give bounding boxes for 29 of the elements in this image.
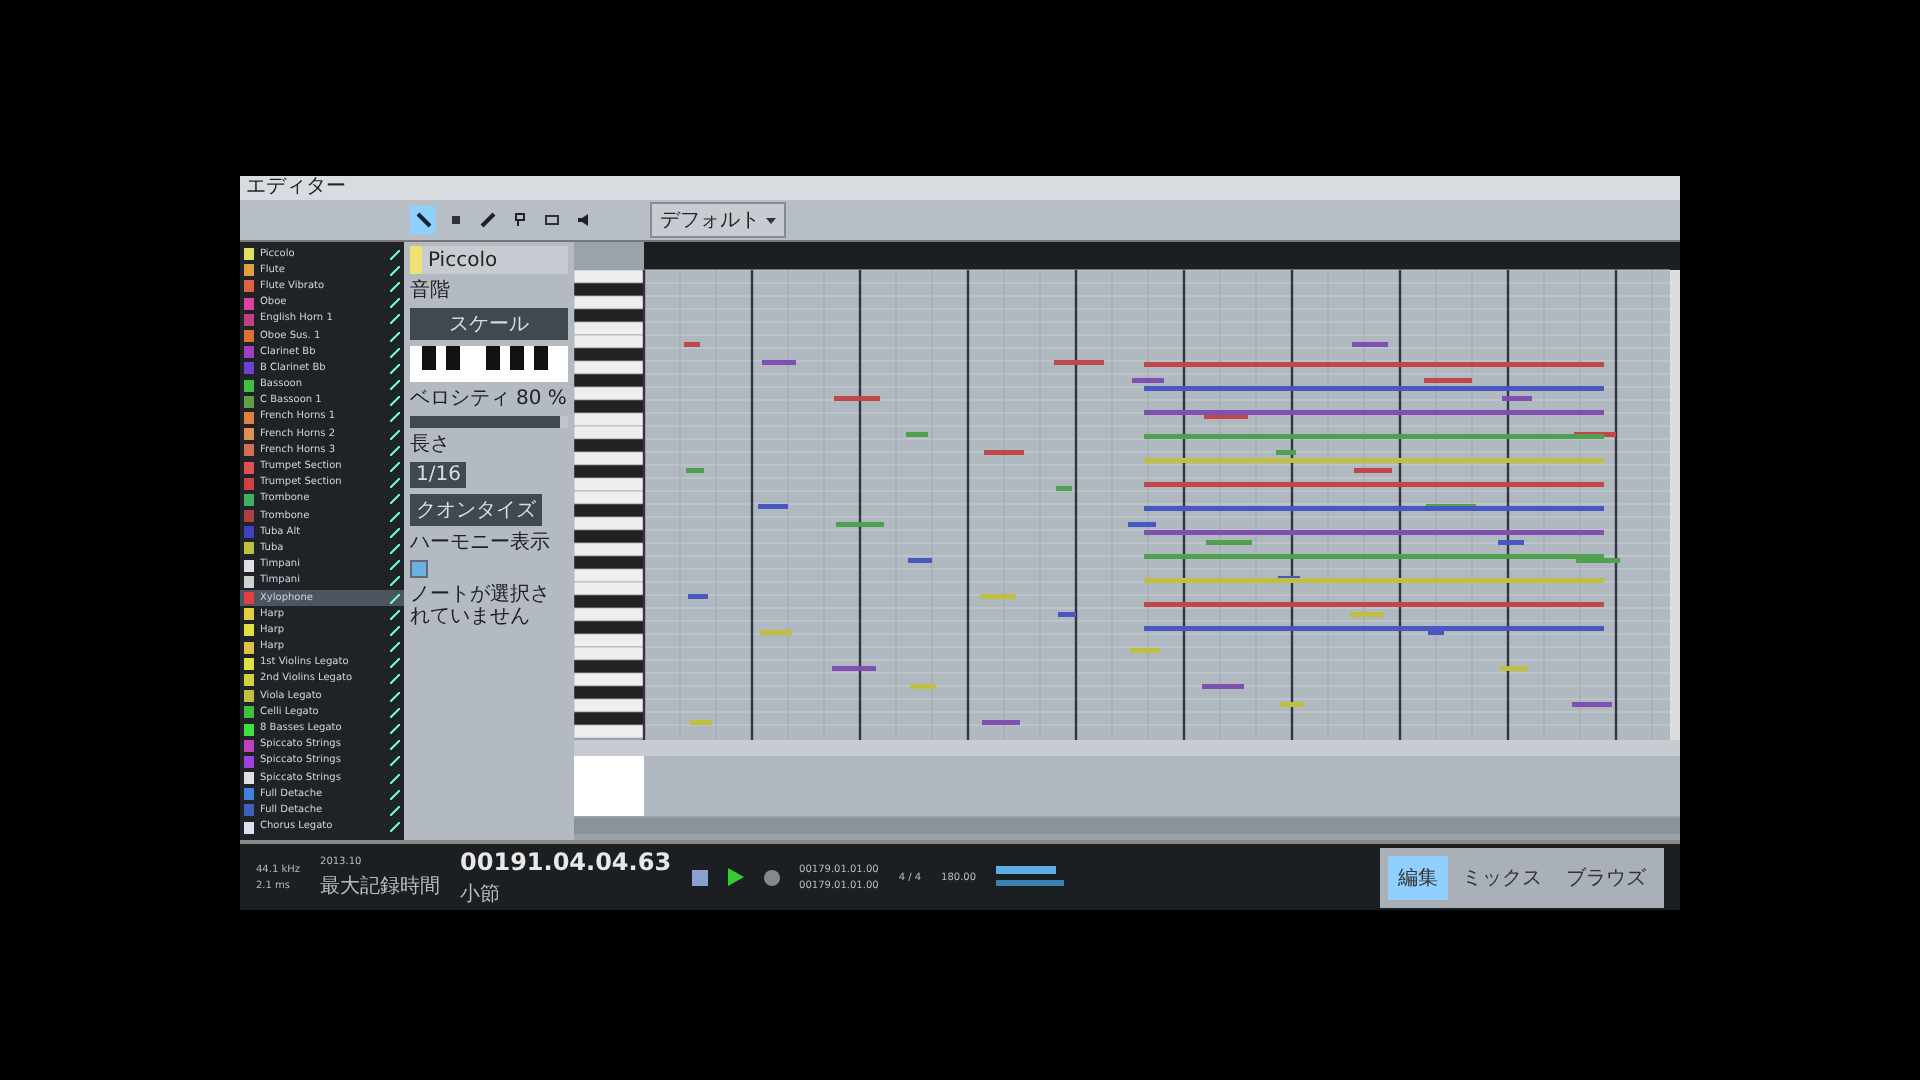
harmony-label: ハーモニー表示 bbox=[410, 532, 550, 554]
window-title: エディター bbox=[240, 176, 1680, 200]
speaker-icon bbox=[575, 212, 591, 228]
velocity-label: ベロシティ bbox=[410, 388, 510, 410]
level-meter-drawing bbox=[996, 865, 1069, 889]
harmony-checkbox[interactable] bbox=[410, 560, 428, 578]
scale-selector[interactable]: スケール bbox=[410, 308, 568, 340]
stop-icon[interactable] bbox=[691, 869, 708, 885]
length-button[interactable]: 1/16 bbox=[410, 462, 467, 488]
tool-button[interactable] bbox=[410, 206, 436, 234]
keyboard-drawing[interactable] bbox=[410, 346, 568, 382]
scale-label: 音階 bbox=[410, 280, 452, 302]
record-icon[interactable] bbox=[763, 869, 780, 885]
play-icon[interactable] bbox=[727, 868, 744, 886]
brush-icon bbox=[511, 212, 527, 228]
velocity-value: 80 % bbox=[516, 388, 567, 410]
dropdown[interactable]: デフォルト bbox=[650, 202, 786, 238]
record-time-label: 最大記録時間 bbox=[320, 873, 441, 899]
length-button[interactable]: クオンタイズ bbox=[410, 494, 542, 526]
length-label: 長さ bbox=[410, 434, 452, 456]
instrument-name: Piccolo bbox=[428, 249, 498, 271]
pencil-icon bbox=[479, 212, 495, 228]
piano-roll-drawing[interactable] bbox=[574, 242, 1680, 840]
hint-text: ノートが選択されていません bbox=[410, 584, 552, 628]
time-unit: 小節 bbox=[460, 881, 503, 907]
time-display: 00191.04.04.63 bbox=[460, 847, 672, 875]
page-tab[interactable]: 編集 bbox=[1388, 855, 1448, 899]
color-swatch bbox=[410, 246, 422, 274]
caret-icon bbox=[766, 217, 776, 223]
